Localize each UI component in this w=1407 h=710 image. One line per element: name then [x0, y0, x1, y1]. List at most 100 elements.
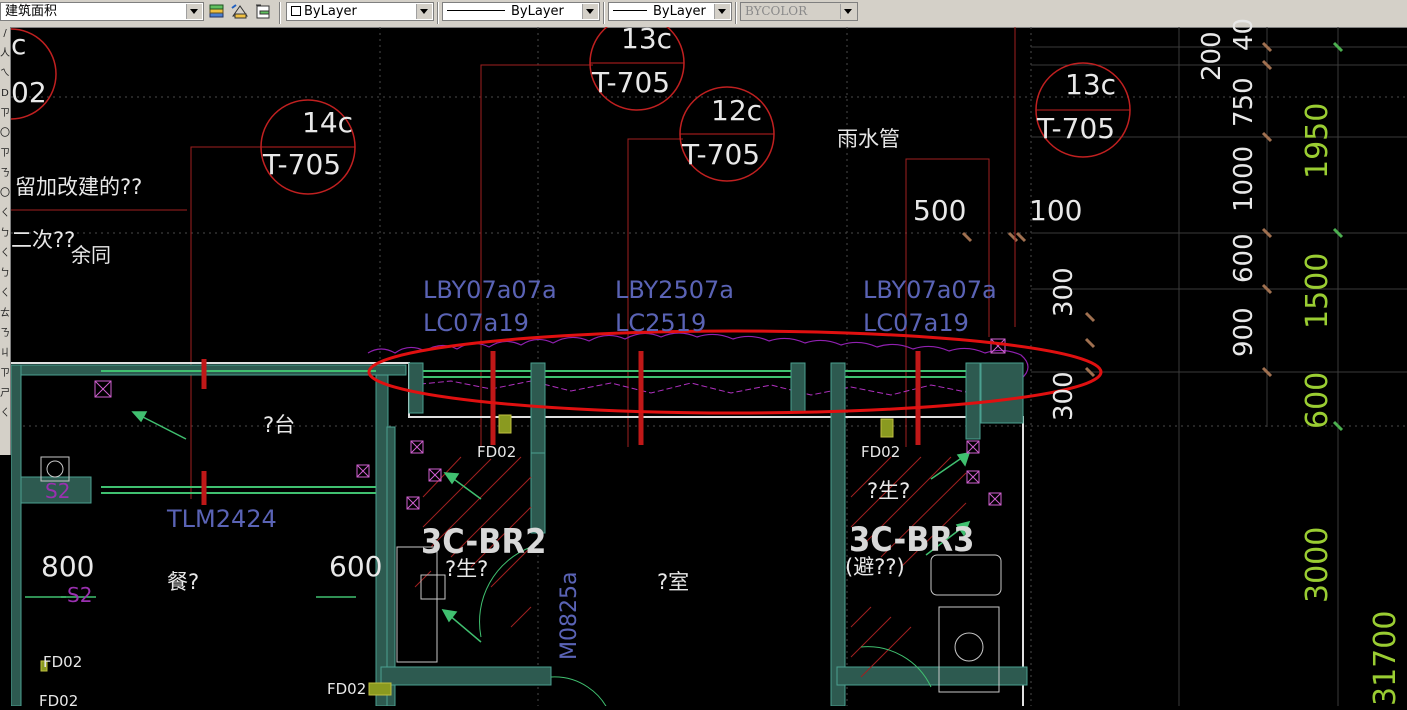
tool-icon[interactable]: ㄟ	[0, 69, 10, 79]
section-tag-dividers	[261, 62, 1130, 148]
tool-icon[interactable]: ㄕ	[0, 389, 10, 399]
tool-icon[interactable]: /	[0, 29, 10, 39]
draw-tool-palette[interactable]: / 人 ㄟ D ㄗ 〇 ㄗ ㄋ 〇 ㄑ ㄅ ㄑ ㄅ ㄑ ㄊ ㄋ ㄐ ㄗ ㄕ ㄑ	[0, 27, 11, 455]
tool-icon[interactable]: 〇	[0, 129, 10, 139]
section-tag-left-sheet: 02	[11, 76, 47, 109]
chevron-down-icon[interactable]	[186, 4, 202, 19]
layer-manager-icon[interactable]	[207, 2, 227, 22]
toolbar-separator	[603, 2, 605, 24]
room-code-3c-br3: 3C-BR3	[849, 520, 975, 560]
tool-icon[interactable]: 〇	[0, 189, 10, 199]
color-swatch-icon	[291, 6, 301, 16]
dimension-100: 100	[1029, 194, 1083, 227]
plotstyle-dropdown: BYCOLOR	[740, 2, 858, 21]
fd02-label-c: FD02	[327, 680, 367, 698]
section-tag-left-number: c	[11, 28, 27, 61]
right-dim-600: 600	[1229, 233, 1259, 283]
toolbar-separator	[279, 2, 281, 24]
dimension-300-a: 300	[1049, 267, 1079, 317]
right-dim-750: 750	[1229, 77, 1259, 127]
chevron-down-icon[interactable]	[416, 4, 432, 19]
tool-icon[interactable]: ㄗ	[0, 149, 10, 159]
window-code-3a: LBY07a07a	[863, 276, 997, 304]
dimension-800: 800	[41, 550, 95, 583]
tool-icon[interactable]: ㄊ	[0, 309, 10, 319]
fd02-label-b: FD02	[861, 443, 901, 461]
section-tag-13c-a-sheet: T-705	[592, 66, 671, 99]
room-label-br3-paren: (避??)	[845, 555, 905, 579]
layer-previous-icon[interactable]	[253, 2, 273, 22]
room-label-bedroom: ?室	[657, 570, 690, 594]
section-tag-12c-sheet: T-705	[682, 138, 761, 171]
label-s2-b: S2	[45, 479, 71, 503]
lineweight-sample-icon	[613, 10, 647, 11]
tool-icon[interactable]: ㄑ	[0, 249, 10, 259]
dimension-300-b: 300	[1049, 371, 1079, 421]
window-code-1a: LBY07a07a	[423, 276, 557, 304]
linetype-sample-icon	[447, 10, 505, 11]
right-dim-1950: 1950	[1300, 102, 1335, 179]
section-tag-12c-number: 12c	[711, 94, 763, 127]
tool-icon[interactable]: ㄋ	[0, 169, 10, 179]
tool-icon[interactable]: ㄑ	[0, 289, 10, 299]
leader-lines	[11, 27, 1016, 499]
layer-dropdown[interactable]: 建筑面积	[0, 2, 204, 21]
room-label-dining: 餐?	[167, 570, 200, 594]
lineweight-dropdown[interactable]: ByLayer	[608, 2, 732, 21]
linetype-dropdown[interactable]: ByLayer	[442, 2, 600, 21]
dimension-500: 500	[913, 194, 967, 227]
dim-ticks	[961, 41, 1273, 378]
chevron-down-icon[interactable]	[582, 4, 598, 19]
lineweight-dropdown-value: ByLayer	[653, 4, 706, 19]
tool-icon[interactable]: ㄋ	[0, 329, 10, 339]
chevron-down-icon[interactable]	[714, 4, 730, 19]
section-tag-13c-b-sheet: T-705	[1037, 112, 1116, 145]
label-s2-a: S2	[67, 583, 93, 607]
revision-cloud	[367, 332, 1029, 380]
color-dropdown[interactable]: ByLayer	[286, 2, 434, 21]
window-code-2a: LBY2507a	[615, 276, 734, 304]
section-tag-14c-number: 14c	[302, 106, 354, 139]
fd02-label-a: FD02	[477, 443, 517, 461]
section-tag-13c-b-number: 13c	[1065, 68, 1117, 101]
tool-icon[interactable]: ㄗ	[0, 369, 10, 379]
rain-pipe-label: 雨水管	[837, 127, 900, 151]
tool-icon[interactable]: ㄅ	[0, 269, 10, 279]
right-dim-31700: 31700	[1368, 610, 1403, 706]
window-code-1b: LC07a19	[423, 309, 529, 337]
room-label-br2-bath: ?生?	[445, 557, 489, 581]
zigzag-line	[410, 380, 1012, 396]
layer-dropdown-value: 建筑面积	[5, 4, 58, 19]
tool-icon[interactable]: D	[0, 89, 10, 99]
tool-icon[interactable]: ㄅ	[0, 229, 10, 239]
floor-plan-drawing	[11, 27, 1407, 706]
note-text-2: 二次??	[11, 228, 76, 252]
linetype-dropdown-value: ByLayer	[511, 4, 564, 19]
color-dropdown-value: ByLayer	[304, 4, 357, 19]
room-label-br3-bath: ?生?	[867, 479, 911, 503]
window-code-3b: LC07a19	[863, 309, 969, 337]
window-code-2b: LC2519	[615, 309, 707, 337]
plotstyle-dropdown-value: BYCOLOR	[745, 4, 808, 18]
fd02-label-e: FD02	[39, 692, 79, 710]
door-code-tlm2424: TLM2424	[167, 505, 277, 533]
fd02-label-d: FD02	[43, 653, 83, 671]
right-dim-3000: 3000	[1300, 526, 1335, 603]
tool-icon[interactable]: ㄐ	[0, 349, 10, 359]
tool-icon[interactable]: ㄑ	[0, 409, 10, 419]
right-dim-1000: 1000	[1229, 145, 1259, 212]
tool-icon[interactable]: ㄑ	[0, 209, 10, 219]
tool-icon[interactable]: 人	[0, 49, 10, 59]
right-dim-200: 200	[1197, 31, 1227, 81]
chevron-down-icon	[840, 4, 856, 19]
drawing-canvas[interactable]: 14c T-705 13c T-705 12c T-705 13c T-705 …	[11, 18, 1407, 710]
properties-toolbar: 建筑面积 ByLayer ByLayer ByLayer BYCOLOR	[0, 0, 1407, 28]
right-dim-600-green: 600	[1300, 371, 1335, 429]
right-dim-900: 900	[1229, 307, 1259, 357]
make-current-icon[interactable]	[230, 2, 250, 22]
right-dim-40: 40	[1229, 17, 1259, 51]
tool-icon[interactable]: ㄗ	[0, 109, 10, 119]
note-text-3: 余同	[71, 243, 111, 267]
room-label-balcony: ?台	[263, 413, 296, 437]
section-tag-circles	[11, 27, 1131, 195]
